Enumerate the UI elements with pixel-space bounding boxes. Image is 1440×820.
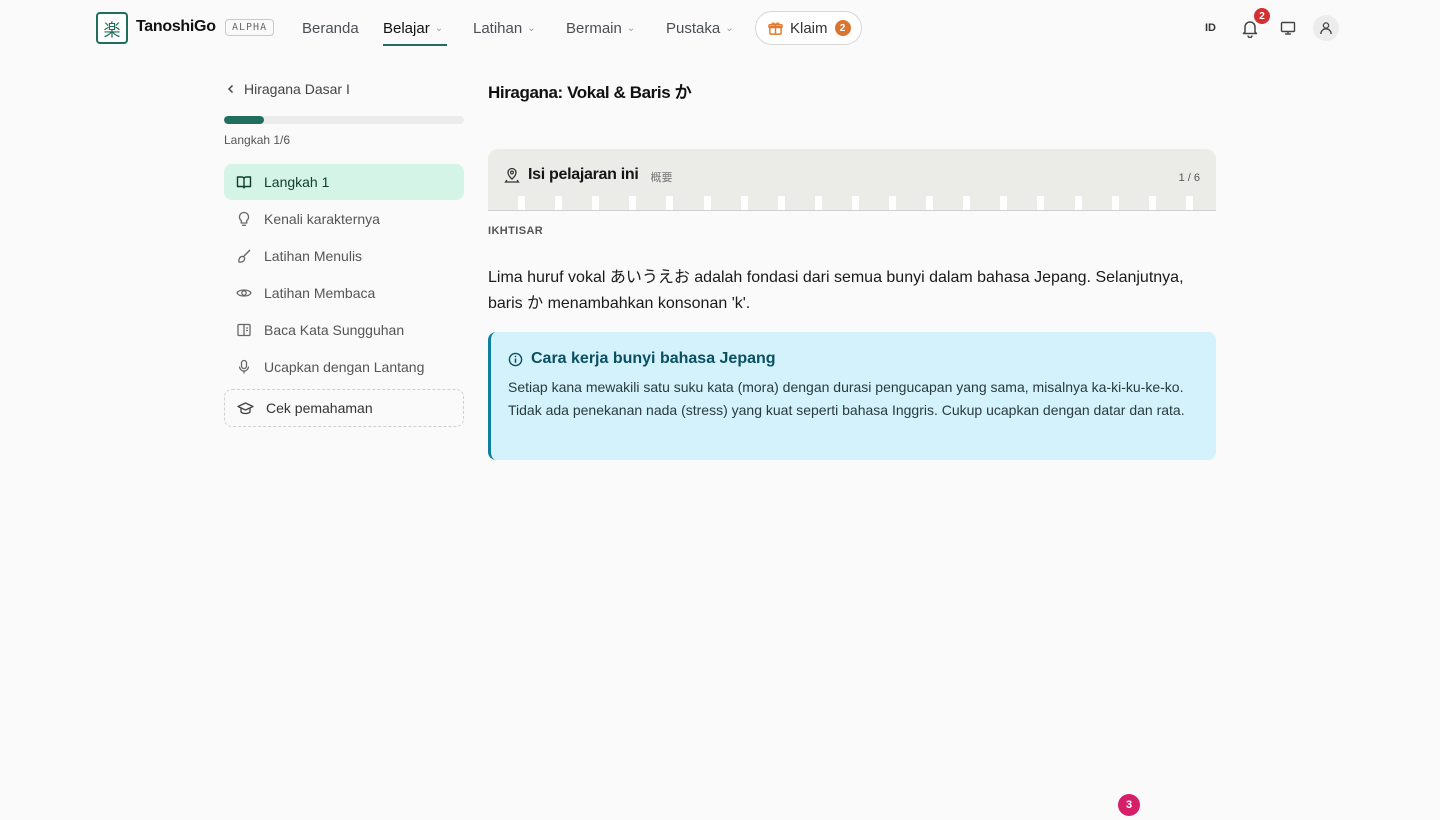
sidebar-item-speak[interactable]: Ucapkan dengan Lantang [224,349,464,385]
nav-pustaka[interactable]: Pustaka ⌄ [666,18,734,38]
sidebar-item-label: Baca Kata Sungguhan [264,322,405,338]
info-callout: Cara kerja bunyi bahasa Jepang Setiap ka… [488,332,1216,460]
lesson-progress-bar [224,116,464,124]
decorative-tick [814,196,822,210]
chevron-left-icon [227,84,234,94]
gift-icon [768,21,783,35]
claim-count-badge: 2 [834,20,851,36]
card-subtitle: 概要 [650,171,673,184]
lesson-intro-text: Lima huruf vokal あいうえお adalah fondasi da… [488,269,1184,312]
card-header: Isi pelajaran ini 概要 [504,165,673,185]
claim-button[interactable]: Klaim 2 [755,11,862,45]
decorative-tick [666,196,674,210]
info-callout-title: Cara kerja bunyi bahasa Jepang [531,350,776,367]
sidebar-item-reading[interactable]: Latihan Membaca [224,275,464,311]
chevron-down-icon: ⌄ [626,23,636,34]
language-switch[interactable]: ID [1205,22,1216,34]
lesson-progress-fill [224,116,264,124]
sidebar-item-label: Cek pemahaman [266,400,373,416]
decorative-tick [777,196,785,210]
decorative-tick [555,196,563,210]
sidebar-item-writing[interactable]: Latihan Menulis [224,238,464,274]
decorative-tick [1074,196,1082,210]
card-title: Isi pelajaran ini [528,166,639,183]
decorative-tick [1000,196,1008,210]
floating-count-badge[interactable]: 3 [1118,794,1140,816]
top-navigation: 楽 TanoshiGo ALPHA Beranda Belajar ⌄ Lati… [0,0,1440,56]
step-counter: Langkah 1/6 [224,133,291,147]
notification-count-badge: 2 [1254,8,1270,24]
user-icon [1320,22,1332,35]
book-open-icon [236,176,252,189]
decorative-tick [963,196,971,210]
sidebar-item-label: Ucapkan dengan Lantang [264,359,425,375]
alpha-badge: ALPHA [225,19,275,36]
decorative-tick [518,196,525,210]
back-label: Hiragana Dasar I [244,81,350,97]
decorative-tick [703,196,711,210]
nav-beranda[interactable]: Beranda [302,18,359,38]
sidebar-item-quiz[interactable]: Cek pemahaman [224,389,464,427]
info-callout-header: Cara kerja bunyi bahasa Jepang [508,350,1196,368]
active-nav-indicator [383,44,447,46]
section-label: IKHTISAR [488,225,544,237]
book-page-icon [237,323,251,337]
lightbulb-icon [238,211,250,226]
sidebar-item-real-words[interactable]: Baca Kata Sungguhan [224,312,464,348]
back-to-course-link[interactable]: Hiragana Dasar I [226,81,350,97]
lesson-title: Hiragana: Vokal & Baris か [488,83,692,102]
nav-label: Belajar [383,19,430,37]
logo-icon[interactable]: 楽 [96,12,128,44]
decorative-ticks [518,196,1198,210]
map-pin-icon [504,167,520,183]
microphone-icon [238,359,250,374]
brand-name[interactable]: TanoshiGo [136,18,216,36]
brush-icon [238,249,251,263]
sidebar-item-label: Langkah 1 [264,174,330,190]
decorative-tick [851,196,859,210]
sidebar-item-recognize[interactable]: Kenali karakternya [224,201,464,237]
card-page-counter: 1 / 6 [1178,172,1200,184]
sidebar-item-label: Latihan Menulis [264,248,363,264]
user-avatar[interactable] [1313,15,1339,41]
decorative-tick [1037,196,1045,210]
nav-belajar[interactable]: Belajar ⌄ [383,18,443,38]
nav-label: Beranda [302,19,359,37]
graduation-cap-icon [237,401,254,414]
monitor-icon [1280,21,1296,35]
info-callout-body: Setiap kana mewakili satu suku kata (mor… [508,379,1185,418]
sidebar-item-label: Latihan Membaca [264,285,376,301]
claim-label: Klaim [790,19,828,37]
decorative-tick [889,196,896,210]
chevron-down-icon: ⌄ [434,23,444,34]
info-icon [508,352,523,366]
nav-label: Bermain [566,19,622,37]
decorative-tick [1148,196,1156,210]
display-mode-button[interactable] [1274,14,1302,42]
chevron-down-icon: ⌄ [725,23,734,34]
nav-label: Latihan [473,19,523,37]
decorative-tick [629,196,637,210]
decorative-tick [1111,196,1119,210]
nav-latihan[interactable]: Latihan ⌄ [473,18,536,38]
decorative-tick [592,196,600,210]
sidebar-item-label: Kenali karakternya [264,211,380,227]
nav-bermain[interactable]: Bermain ⌄ [566,18,635,38]
decorative-tick [926,196,934,210]
decorative-tick [1185,196,1193,210]
chevron-down-icon: ⌄ [527,23,536,34]
decorative-tick [740,196,748,210]
sidebar-item-step-1[interactable]: Langkah 1 [224,164,464,200]
nav-label: Pustaka [666,19,721,37]
eye-icon [236,289,252,297]
lesson-overview-card[interactable]: Isi pelajaran ini 概要 1 / 6 [488,149,1216,211]
